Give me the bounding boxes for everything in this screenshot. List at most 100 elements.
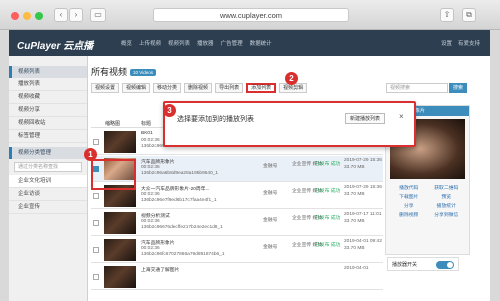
top-nav: 概览 上传视频 视频列表 播放器 广告管理 数据统计: [121, 39, 272, 47]
row-checkbox[interactable]: [93, 220, 99, 226]
callout-marker-2: 2: [285, 72, 298, 85]
player-switch-toggle[interactable]: [436, 261, 454, 269]
sidebar-item-share[interactable]: 视频分享: [9, 104, 87, 117]
preview-link[interactable]: 预览: [430, 193, 464, 200]
callout-marker-3: 3: [163, 104, 176, 117]
video-status: 已发布 成功: [315, 162, 341, 167]
browser-chrome: ‹ › ▭ www.cuplayer.com ⇧ ⧉: [0, 0, 500, 30]
video-title[interactable]: 上海交通了解图片: [141, 266, 179, 273]
video-duration: 00:02:36: [141, 165, 160, 170]
video-search-input[interactable]: 视频搜索: [386, 83, 448, 93]
video-thumbnail[interactable]: [104, 266, 136, 288]
video-duration: 00:02:36: [141, 246, 160, 251]
toolbar: 视频设置 视频编辑 移动分类 删除视频 导出列表 添加列表 视频剪辑: [91, 83, 308, 93]
row-checkbox[interactable]: [93, 274, 99, 280]
search-button[interactable]: 搜索: [449, 83, 467, 93]
add-to-playlist-button[interactable]: 添加列表: [246, 83, 277, 93]
video-thumbnail[interactable]: [104, 131, 136, 153]
col-thumb: 缩略图: [105, 121, 121, 127]
move-category-button[interactable]: 移动分类: [153, 83, 182, 93]
play-stats-link[interactable]: 播放统计: [430, 202, 464, 209]
nav-stats[interactable]: 数据统计: [250, 39, 272, 47]
sidebar-group-videos[interactable]: 视频列表: [9, 66, 87, 78]
category-item-promo[interactable]: 企业宣传: [9, 201, 87, 214]
table-row[interactable]: 视频分析测试 00:02:36 136b2c96676decffe217b24e…: [91, 210, 383, 236]
sidebar-item-playlist[interactable]: 播放列表: [9, 78, 87, 91]
video-category: 金融号: [263, 218, 278, 223]
wechat-share-link[interactable]: 分享到微信: [430, 211, 464, 218]
delete-video-button[interactable]: 删除视频: [184, 83, 213, 93]
category-search-input[interactable]: 通过分类名称查找: [14, 162, 82, 172]
share-icon[interactable]: ⇧: [440, 8, 454, 22]
video-date-size: 2019-04-01 09:42 33.70 MB: [344, 239, 382, 252]
callout-marker-1: 1: [84, 148, 97, 161]
row-checkbox[interactable]: [93, 247, 99, 253]
category-item-culture[interactable]: 企业文化培训: [9, 175, 87, 188]
video-date-size: 2019-07-17 11:01 33.70 MB: [344, 212, 382, 225]
col-title: 标题: [141, 121, 152, 127]
nav-upload[interactable]: 上传视频: [139, 39, 161, 47]
video-edit-button[interactable]: 视频编辑: [122, 83, 151, 93]
qrcode-link[interactable]: 获取二维码: [430, 184, 464, 191]
category-item-interview[interactable]: 企业访谈: [9, 188, 87, 201]
video-title[interactable]: 汽车品牌形象片: [141, 239, 175, 246]
sidebar-toggle-icon[interactable]: ▭: [90, 8, 106, 22]
nav-video-list[interactable]: 视频列表: [168, 39, 190, 47]
video-title[interactable]: 大众一汽车品牌形象片-20周年...: [141, 185, 210, 192]
video-id: 136b2c96a6b8d9ea28a195b9540_1: [141, 171, 219, 176]
video-date: 2019-07-17 11:01: [344, 212, 382, 217]
video-id: 136b2c96fc67027866a79d891874b6_1: [141, 252, 225, 257]
new-playlist-button[interactable]: 新建播放列表: [345, 113, 386, 124]
video-title[interactable]: BK01: [141, 131, 153, 136]
sidebar-item-recycle[interactable]: 视频回收站: [9, 117, 87, 130]
row-checkbox[interactable]: [93, 139, 99, 145]
video-thumbnail[interactable]: [104, 212, 136, 234]
download-image-link[interactable]: 下载图片: [392, 193, 426, 200]
nav-player[interactable]: 播放器: [197, 39, 214, 47]
video-count-badge: 10 Videos: [130, 69, 156, 77]
page-title: 所有视频 10 Videos: [91, 65, 156, 78]
video-date: 2019-04-01 09:42: [344, 239, 382, 244]
video-size: 33.70 MB: [344, 218, 365, 224]
sidebar-item-tags[interactable]: 标签管理: [9, 130, 87, 143]
export-list-button[interactable]: 导出列表: [215, 83, 244, 93]
row-checkbox[interactable]: [93, 193, 99, 199]
video-settings-button[interactable]: 视频设置: [91, 83, 120, 93]
url-bar[interactable]: www.cuplayer.com: [153, 8, 349, 22]
delete-video-link[interactable]: 删除视频: [392, 211, 426, 218]
share-link[interactable]: 分享: [392, 202, 426, 209]
back-icon[interactable]: ‹: [54, 8, 68, 22]
sidebar-item-favorites[interactable]: 视频收藏: [9, 91, 87, 104]
embed-code-link[interactable]: 播放代码: [392, 184, 426, 191]
nav-ads[interactable]: 广告管理: [221, 39, 243, 47]
app-header: CuPlayer 云点播 概览 上传视频 视频列表 播放器 广告管理 数据统计 …: [9, 30, 490, 56]
nav-overview[interactable]: 概览: [121, 39, 132, 47]
video-size: 33.70 MB: [344, 245, 365, 251]
table-row[interactable]: 上海交通了解图片 2019-04-01: [91, 264, 383, 290]
maximize-window-dot[interactable]: [35, 12, 43, 20]
forward-icon[interactable]: ›: [69, 8, 83, 22]
video-title[interactable]: 汽车品牌形象片: [141, 158, 175, 165]
video-category: 金融号: [263, 164, 278, 169]
table-row[interactable]: 汽车品牌形象片 00:02:36 136b2c96fc67027866a79d8…: [91, 237, 383, 263]
video-date: 2019-07-29 15:36: [344, 185, 382, 190]
video-category: 金融号: [263, 191, 278, 196]
video-date: 2019-04-01: [344, 266, 369, 271]
user-menu[interactable]: 有爱支持: [458, 39, 480, 47]
video-thumbnail[interactable]: [104, 239, 136, 261]
close-window-dot[interactable]: [11, 12, 19, 20]
close-icon[interactable]: ×: [399, 112, 404, 121]
video-date: 2019-07-29 15:36: [344, 158, 382, 163]
video-title[interactable]: 视频分析测试: [141, 212, 170, 219]
settings-link[interactable]: 设置: [441, 39, 452, 47]
tabs-icon[interactable]: ⧉: [462, 8, 476, 22]
sidebar-group-categories[interactable]: 视频分类管理: [9, 147, 87, 159]
modal-title: 选择要添加到的播放列表: [177, 116, 254, 123]
video-date-size: 2019-07-29 15:36 33.70 MB: [344, 158, 382, 171]
minimize-window-dot[interactable]: [23, 12, 31, 20]
player-switch-label: 播放器开关: [392, 262, 418, 268]
selected-thumbnail-highlight: [91, 159, 136, 190]
video-size: 33.70 MB: [344, 191, 365, 197]
video-duration: 00:02:36: [141, 192, 160, 197]
app-logo[interactable]: CuPlayer 云点播: [17, 37, 93, 52]
